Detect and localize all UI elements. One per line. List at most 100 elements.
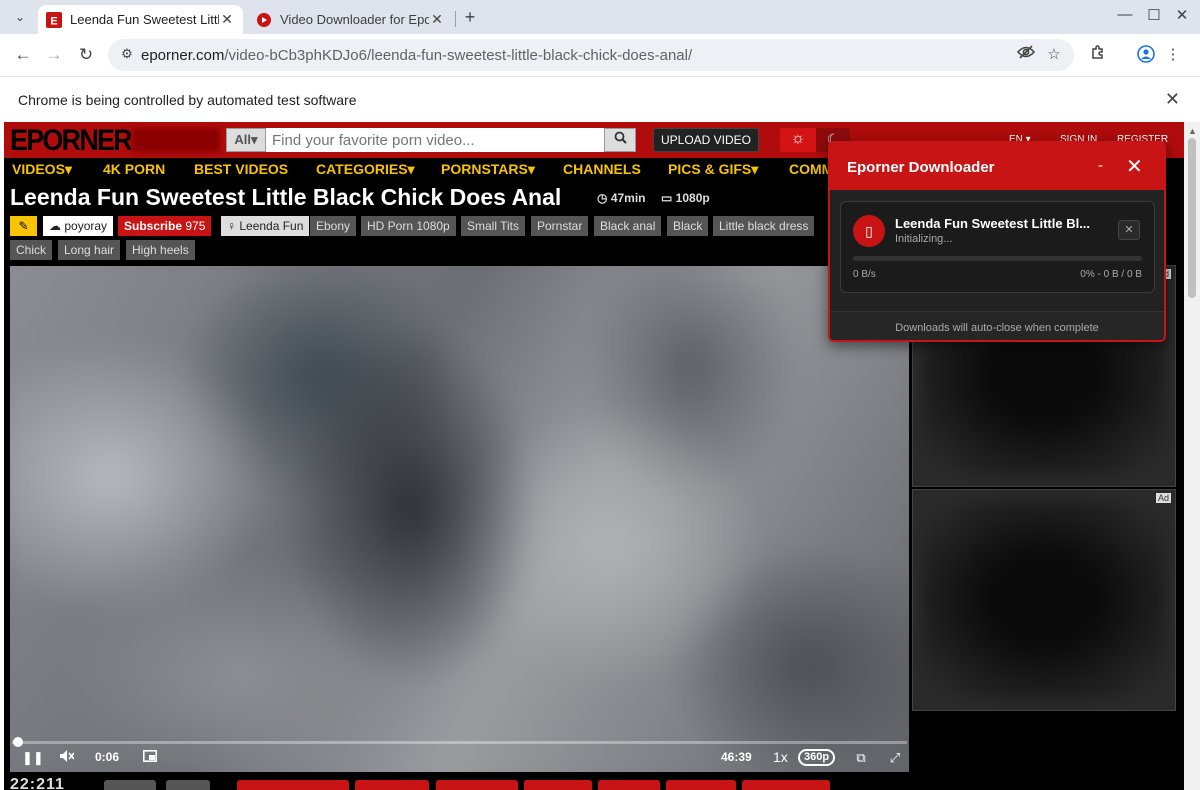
monitor-icon: ▭: [661, 191, 676, 205]
pornstar-tag[interactable]: ♀ Leenda Fun: [221, 216, 310, 236]
clock-icon: ◷: [597, 191, 611, 205]
bottom-button[interactable]: [237, 780, 349, 790]
site-logo[interactable]: EPORNER: [10, 124, 133, 158]
video-frame-blurred: [10, 266, 909, 772]
download-status: Initializing...: [895, 233, 953, 245]
bottom-button[interactable]: [524, 780, 592, 790]
pause-icon[interactable]: ❚❚: [22, 750, 44, 766]
video-player[interactable]: ❚❚ 0:06 46:39 1x 360p ⧉ ⤢: [10, 266, 909, 772]
tag-black-anal[interactable]: Black anal: [594, 216, 662, 236]
seek-bar[interactable]: [12, 741, 907, 744]
tab-title: Leenda Fun Sweetest Little Black Chick D…: [70, 12, 219, 27]
menu-kebab-icon[interactable]: ⋮: [1163, 45, 1183, 65]
tab-close-icon[interactable]: ✕: [429, 11, 445, 28]
video-file-icon: ▯: [853, 215, 885, 247]
infobar-close-icon[interactable]: ✕: [1165, 89, 1180, 110]
downloader-popup: Eporner Downloader - ✕ ▯ Leenda Fun Swee…: [828, 141, 1166, 342]
minimize-window-icon[interactable]: —: [1112, 6, 1138, 23]
quality-button[interactable]: 360p: [798, 749, 836, 766]
download-item: ▯ Leenda Fun Sweetest Little Bl... Initi…: [840, 201, 1155, 293]
profile-icon[interactable]: [1136, 45, 1156, 65]
picture-in-picture-icon[interactable]: [140, 750, 160, 765]
cloud-upload-icon: ☁: [49, 219, 65, 233]
browser-toolbar: ← → ↻ ⚙ eporner.com/video-bCb3phKDJo6/le…: [0, 34, 1200, 76]
nav-best-videos[interactable]: BEST VIDEOS: [194, 161, 288, 177]
close-window-icon[interactable]: ✕: [1169, 6, 1195, 24]
bottom-button[interactable]: [666, 780, 736, 790]
theater-mode-icon[interactable]: ⧉: [851, 750, 871, 766]
address-bar[interactable]: ⚙ eporner.com/video-bCb3phKDJo6/leenda-f…: [108, 39, 1074, 71]
tag-long-hair[interactable]: Long hair: [58, 240, 121, 260]
reload-icon[interactable]: ↻: [74, 43, 98, 67]
automation-infobar: Chrome is being controlled by automated …: [0, 76, 1200, 122]
scroll-up-icon[interactable]: ▲: [1188, 126, 1197, 136]
uploader-badge[interactable]: ☁ poyoray: [43, 216, 114, 236]
popup-minimize-button[interactable]: -: [1098, 157, 1103, 174]
bottom-button[interactable]: [436, 780, 518, 790]
tag-high-heels[interactable]: High heels: [126, 240, 195, 260]
search-button[interactable]: [604, 128, 636, 152]
tag-hd-porn[interactable]: HD Porn 1080p: [361, 216, 456, 236]
cancel-download-icon[interactable]: ✕: [1118, 220, 1140, 240]
fullscreen-icon[interactable]: ⤢: [885, 750, 905, 766]
nav-categories[interactable]: CATEGORIES▾: [316, 161, 415, 178]
bottom-button[interactable]: [355, 780, 429, 790]
tag-ebony[interactable]: Ebony: [310, 216, 357, 236]
bookmark-star-icon[interactable]: ☆: [1044, 45, 1064, 65]
ad-image: [923, 500, 1165, 700]
download-progress-text: 0% - 0 B / 0 B: [1080, 269, 1142, 280]
ad-label: Ad: [1155, 493, 1171, 503]
search-category-select[interactable]: All▾: [226, 128, 266, 152]
tab-divider: [455, 11, 456, 27]
bottom-button[interactable]: [104, 780, 156, 790]
mute-icon[interactable]: [57, 750, 77, 765]
sidebar-ad-bottom[interactable]: Ad: [912, 489, 1176, 711]
tab-video-downloader[interactable]: Video Downloader for Eporner ✕: [248, 5, 453, 34]
tag-small-tits[interactable]: Small Tits: [461, 216, 526, 236]
bottom-button[interactable]: [742, 780, 830, 790]
tag-pornstar[interactable]: Pornstar: [531, 216, 589, 236]
eporner-favicon-icon: E: [46, 11, 62, 28]
nav-pornstars[interactable]: PORNSTARS▾: [441, 161, 535, 178]
light-mode-sun-icon[interactable]: ☼: [780, 128, 816, 152]
tab-strip: ⌄ E Leenda Fun Sweetest Little Black Chi…: [0, 0, 1200, 34]
total-duration: 46:39: [721, 750, 752, 764]
upload-video-button[interactable]: UPLOAD VIDEO: [653, 128, 759, 152]
scrollbar-thumb[interactable]: [1188, 138, 1196, 298]
playback-speed-button[interactable]: 1x: [773, 749, 788, 765]
svg-text:E: E: [50, 15, 57, 27]
tag-chick[interactable]: Chick: [10, 240, 53, 260]
extensions-icon[interactable]: [1088, 45, 1108, 65]
tab-eporner-video[interactable]: E Leenda Fun Sweetest Little Black Chick…: [38, 5, 243, 34]
popup-close-icon[interactable]: ✕: [1126, 154, 1143, 179]
tab-close-icon[interactable]: ✕: [219, 11, 235, 28]
tag-black[interactable]: Black: [667, 216, 709, 236]
popup-title: Eporner Downloader: [847, 159, 995, 176]
nav-4k-porn[interactable]: 4K PORN: [103, 161, 165, 177]
download-name: Leenda Fun Sweetest Little Bl...: [895, 216, 1091, 231]
url-text[interactable]: eporner.com/video-bCb3phKDJo6/leenda-fun…: [141, 47, 692, 64]
nav-videos[interactable]: VIDEOS▾: [12, 161, 72, 178]
current-time: 0:06: [95, 750, 120, 764]
forward-icon[interactable]: →: [42, 43, 66, 67]
popup-footer: Downloads will auto-close when complete: [830, 311, 1164, 340]
site-info-icon[interactable]: ⚙: [118, 46, 136, 64]
new-tab-icon[interactable]: +: [460, 6, 480, 28]
bottom-button[interactable]: [166, 780, 210, 790]
nav-channels[interactable]: CHANNELS: [563, 161, 641, 177]
nav-community[interactable]: COMM: [789, 161, 833, 177]
duration-meta: ◷ 47min: [597, 191, 646, 205]
tab-search-icon[interactable]: ⌄: [8, 6, 32, 28]
page-scrollbar[interactable]: ▲: [1184, 122, 1200, 790]
subscribe-button[interactable]: Subscribe 975: [118, 216, 212, 236]
edit-icon[interactable]: ✎: [10, 216, 37, 236]
eye-off-icon[interactable]: [1016, 45, 1036, 65]
maximize-window-icon[interactable]: ☐: [1141, 6, 1167, 24]
seek-handle[interactable]: [12, 737, 23, 747]
nav-pics-gifs[interactable]: PICS & GIFS▾: [668, 161, 758, 178]
bottom-button[interactable]: [598, 780, 660, 790]
back-icon[interactable]: ←: [11, 43, 35, 67]
tag-little-black-dress[interactable]: Little black dress: [713, 216, 815, 236]
popup-header: Eporner Downloader - ✕: [830, 143, 1164, 190]
search-input[interactable]: [266, 128, 604, 152]
